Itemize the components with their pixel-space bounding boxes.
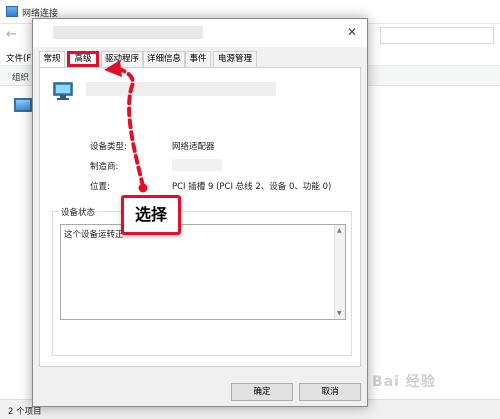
device-status-label: 设备状态 <box>59 206 98 218</box>
scroll-up-icon[interactable]: ▲ <box>337 227 342 234</box>
tab-power-management[interactable]: 电源管理 <box>213 51 257 67</box>
manufacturer-label: 制造商: <box>90 162 119 172</box>
device-status-group: 设备状态 这个设备运转正 ▲ ▼ <box>52 206 352 356</box>
ok-button[interactable]: 确定 <box>231 383 293 401</box>
network-connections-icon <box>6 6 18 17</box>
manufacturer-value-redacted <box>172 159 222 171</box>
search-box[interactable] <box>380 27 494 44</box>
scroll-down-icon[interactable]: ▼ <box>337 310 342 317</box>
organize-button[interactable]: 组织 <box>12 71 29 83</box>
watermark-logo: Bai 经验 <box>372 374 436 390</box>
device-type-label: 设备类型: <box>90 142 127 152</box>
location-label: 位置: <box>90 182 110 192</box>
tab-advanced[interactable]: 高级 <box>67 51 99 67</box>
close-icon[interactable]: ✕ <box>347 25 357 39</box>
annotation-label: 选择 <box>121 195 181 235</box>
status-scrollbar[interactable]: ▲ ▼ <box>334 225 345 319</box>
tab-general[interactable]: 常规 <box>39 51 65 67</box>
tab-events[interactable]: 事件 <box>185 51 211 67</box>
dialog-title-redacted <box>53 26 203 39</box>
device-type-value: 网络适配器 <box>172 142 215 152</box>
general-tab-panel: 设备类型: 网络适配器 制造商: 位置: PCI 插槽 9 (PCI 总线 2、… <box>39 67 361 367</box>
device-name-redacted <box>86 82 276 96</box>
location-value: PCI 插槽 9 (PCI 总线 2、设备 0、功能 0) <box>172 182 332 192</box>
tab-strip: 常规 高级 驱动程序 详细信息 事件 电源管理 <box>39 51 361 67</box>
tab-details[interactable]: 详细信息 <box>143 51 185 67</box>
network-adapter-icon <box>53 82 73 100</box>
menu-file[interactable]: 文件(F <box>6 52 31 64</box>
network-connection-icon[interactable] <box>14 98 32 112</box>
properties-dialog: ✕ 常规 高级 驱动程序 详细信息 事件 电源管理 设备类型: 网络适配器 制造… <box>32 18 368 407</box>
tab-driver[interactable]: 驱动程序 <box>101 51 143 67</box>
cancel-button[interactable]: 取消 <box>299 383 361 401</box>
device-status-text: 这个设备运转正 <box>64 230 124 240</box>
device-status-textbox[interactable]: 这个设备运转正 ▲ ▼ <box>60 224 346 320</box>
dialog-titlebar: ✕ <box>33 19 367 47</box>
back-arrow-icon[interactable]: ← <box>6 27 17 42</box>
